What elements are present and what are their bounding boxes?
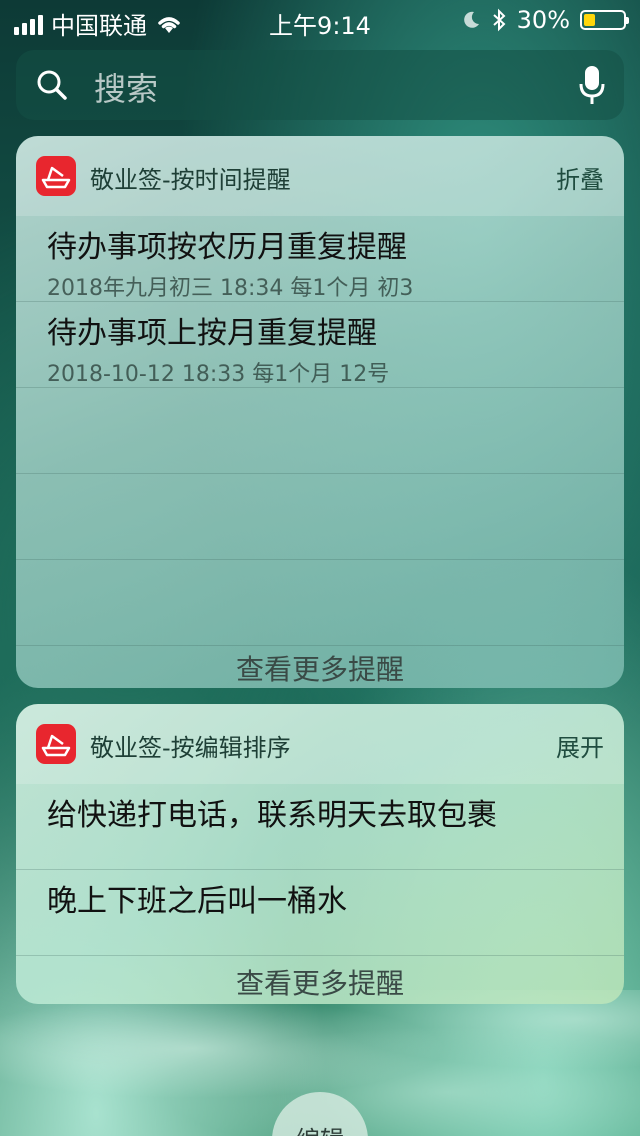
app-icon bbox=[36, 156, 76, 196]
battery-fill bbox=[584, 14, 595, 26]
status-right: 30% bbox=[461, 6, 629, 34]
widget-app-name: 敬业签-按编辑排序 bbox=[90, 734, 291, 762]
battery-percent: 30% bbox=[516, 6, 570, 34]
widget-header[interactable]: 敬业签-按时间提醒 折叠 bbox=[16, 136, 624, 216]
reminder-detail: 2018年九月初三 18:34 每1个月 初3 bbox=[47, 276, 414, 301]
app-icon bbox=[36, 724, 76, 764]
list-item[interactable]: 晚上下班之后叫一桶水 bbox=[16, 870, 624, 956]
widget-edit-order: 敬业签-按编辑排序 展开 给快递打电话，联系明天去取包裹 晚上下班之后叫一桶水 … bbox=[16, 704, 624, 1004]
empty-row bbox=[16, 388, 624, 474]
edit-button-label: 编辑 bbox=[272, 1120, 368, 1136]
reminder-title: 待办事项按农历月重复提醒 bbox=[47, 230, 407, 265]
empty-row bbox=[16, 560, 624, 646]
search-placeholder: 搜索 bbox=[94, 70, 159, 108]
view-more-link[interactable]: 查看更多提醒 bbox=[16, 648, 624, 688]
widget-time-reminders: 敬业签-按时间提醒 折叠 待办事项按农历月重复提醒 2018年九月初三 18:3… bbox=[16, 136, 624, 688]
reminder-detail: 2018-10-12 18:33 每1个月 12号 bbox=[47, 362, 390, 387]
list-item[interactable]: 待办事项按农历月重复提醒 2018年九月初三 18:34 每1个月 初3 bbox=[16, 216, 624, 302]
search-bar[interactable]: 搜索 bbox=[16, 50, 624, 120]
status-bar: 中国联通 上午9:14 30% bbox=[0, 0, 640, 40]
bluetooth-icon bbox=[492, 8, 506, 32]
reminder-title: 待办事项上按月重复提醒 bbox=[47, 316, 377, 351]
magnifier-icon bbox=[37, 70, 67, 100]
expand-button[interactable]: 展开 bbox=[556, 728, 604, 763]
battery-icon bbox=[580, 10, 629, 30]
boat-icon bbox=[41, 166, 71, 189]
collapse-button[interactable]: 折叠 bbox=[556, 160, 604, 195]
reminder-title: 给快递打电话，联系明天去取包裹 bbox=[47, 798, 497, 833]
reminder-title: 晚上下班之后叫一桶水 bbox=[47, 884, 347, 919]
view-more-link[interactable]: 查看更多提醒 bbox=[16, 962, 624, 1004]
widget-header[interactable]: 敬业签-按编辑排序 展开 bbox=[16, 704, 624, 784]
empty-row bbox=[16, 474, 624, 560]
moon-icon bbox=[463, 11, 479, 28]
widget-app-name: 敬业签-按时间提醒 bbox=[90, 166, 291, 194]
list-item[interactable]: 待办事项上按月重复提醒 2018-10-12 18:33 每1个月 12号 bbox=[16, 302, 624, 388]
boat-icon bbox=[41, 734, 71, 757]
list-item[interactable]: 给快递打电话，联系明天去取包裹 bbox=[16, 784, 624, 870]
microphone-icon[interactable] bbox=[578, 64, 606, 106]
